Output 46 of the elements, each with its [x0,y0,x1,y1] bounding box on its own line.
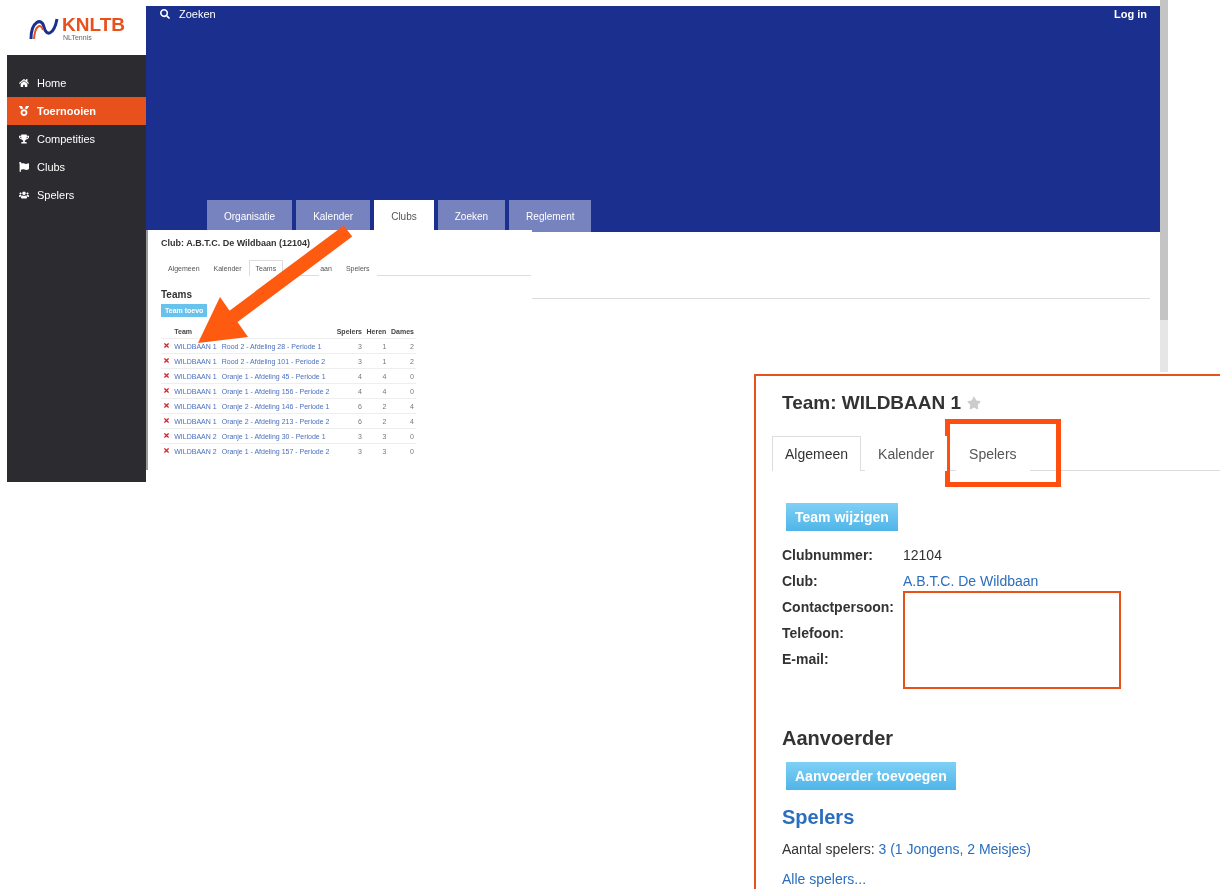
nav-tab[interactable]: Zoeken [437,200,506,232]
field-label: Club: [782,573,819,591]
delete-icon[interactable] [163,357,170,364]
team-tab[interactable]: Kalender [865,436,948,471]
player-count-label: Aantal spelers: [782,841,876,857]
field-label: Contactpersoon: [782,599,895,617]
club-title: Club: A.B.T.C. De Wildbaan (12104) [161,238,312,248]
login-link[interactable]: Log in [1114,8,1147,20]
scrollbar[interactable] [1160,0,1168,372]
star-icon[interactable] [967,396,982,410]
flag-icon [19,162,29,172]
delete-icon[interactable] [163,387,170,394]
search-icon [160,9,170,19]
nav-tab[interactable]: Clubs [374,200,434,232]
sidebar-item[interactable]: Home [7,69,146,97]
nav-tab[interactable]: Organisatie [207,200,293,232]
field-label: Clubnummer: [782,547,874,565]
sidebar-item[interactable]: Competities [7,125,146,153]
delete-icon[interactable] [163,372,170,379]
home-icon [19,78,29,88]
sidebar-item[interactable]: Spelers [7,181,146,209]
team-tab[interactable]: Algemeen [772,436,862,471]
delete-icon[interactable] [163,342,170,349]
delete-icon[interactable] [163,417,170,424]
medal-icon [19,106,29,116]
section-heading: Teams [161,289,193,300]
player-count-link[interactable]: 3 (1 Jongens, 2 Meisjes) [878,841,1032,857]
delete-icon[interactable] [163,402,170,409]
all-players-link[interactable]: Alle spelers... [782,871,867,887]
logo-name: KNLTB [62,14,125,34]
users-icon [19,190,29,200]
section-heading: Spelers [782,806,856,829]
team-title: Team: WILDBAAN 1 [782,392,962,414]
field-label: E-mail: [782,651,830,669]
field-label: Telefoon: [782,625,845,643]
field-value: 12104 [903,547,943,565]
search-link[interactable]: Zoeken [160,8,216,20]
sidebar-item[interactable]: Clubs [7,153,146,181]
sidebar-item[interactable]: Toernooien [7,97,146,125]
delete-icon[interactable] [163,432,170,439]
nav-tab[interactable]: Kalender [296,200,371,232]
section-heading: Aanvoerder [782,727,895,750]
trophy-icon [19,134,29,144]
delete-icon[interactable] [163,447,170,454]
nav-tab[interactable]: Reglement [509,200,592,232]
club-link[interactable]: A.B.T.C. De Wildbaan [903,573,1133,599]
